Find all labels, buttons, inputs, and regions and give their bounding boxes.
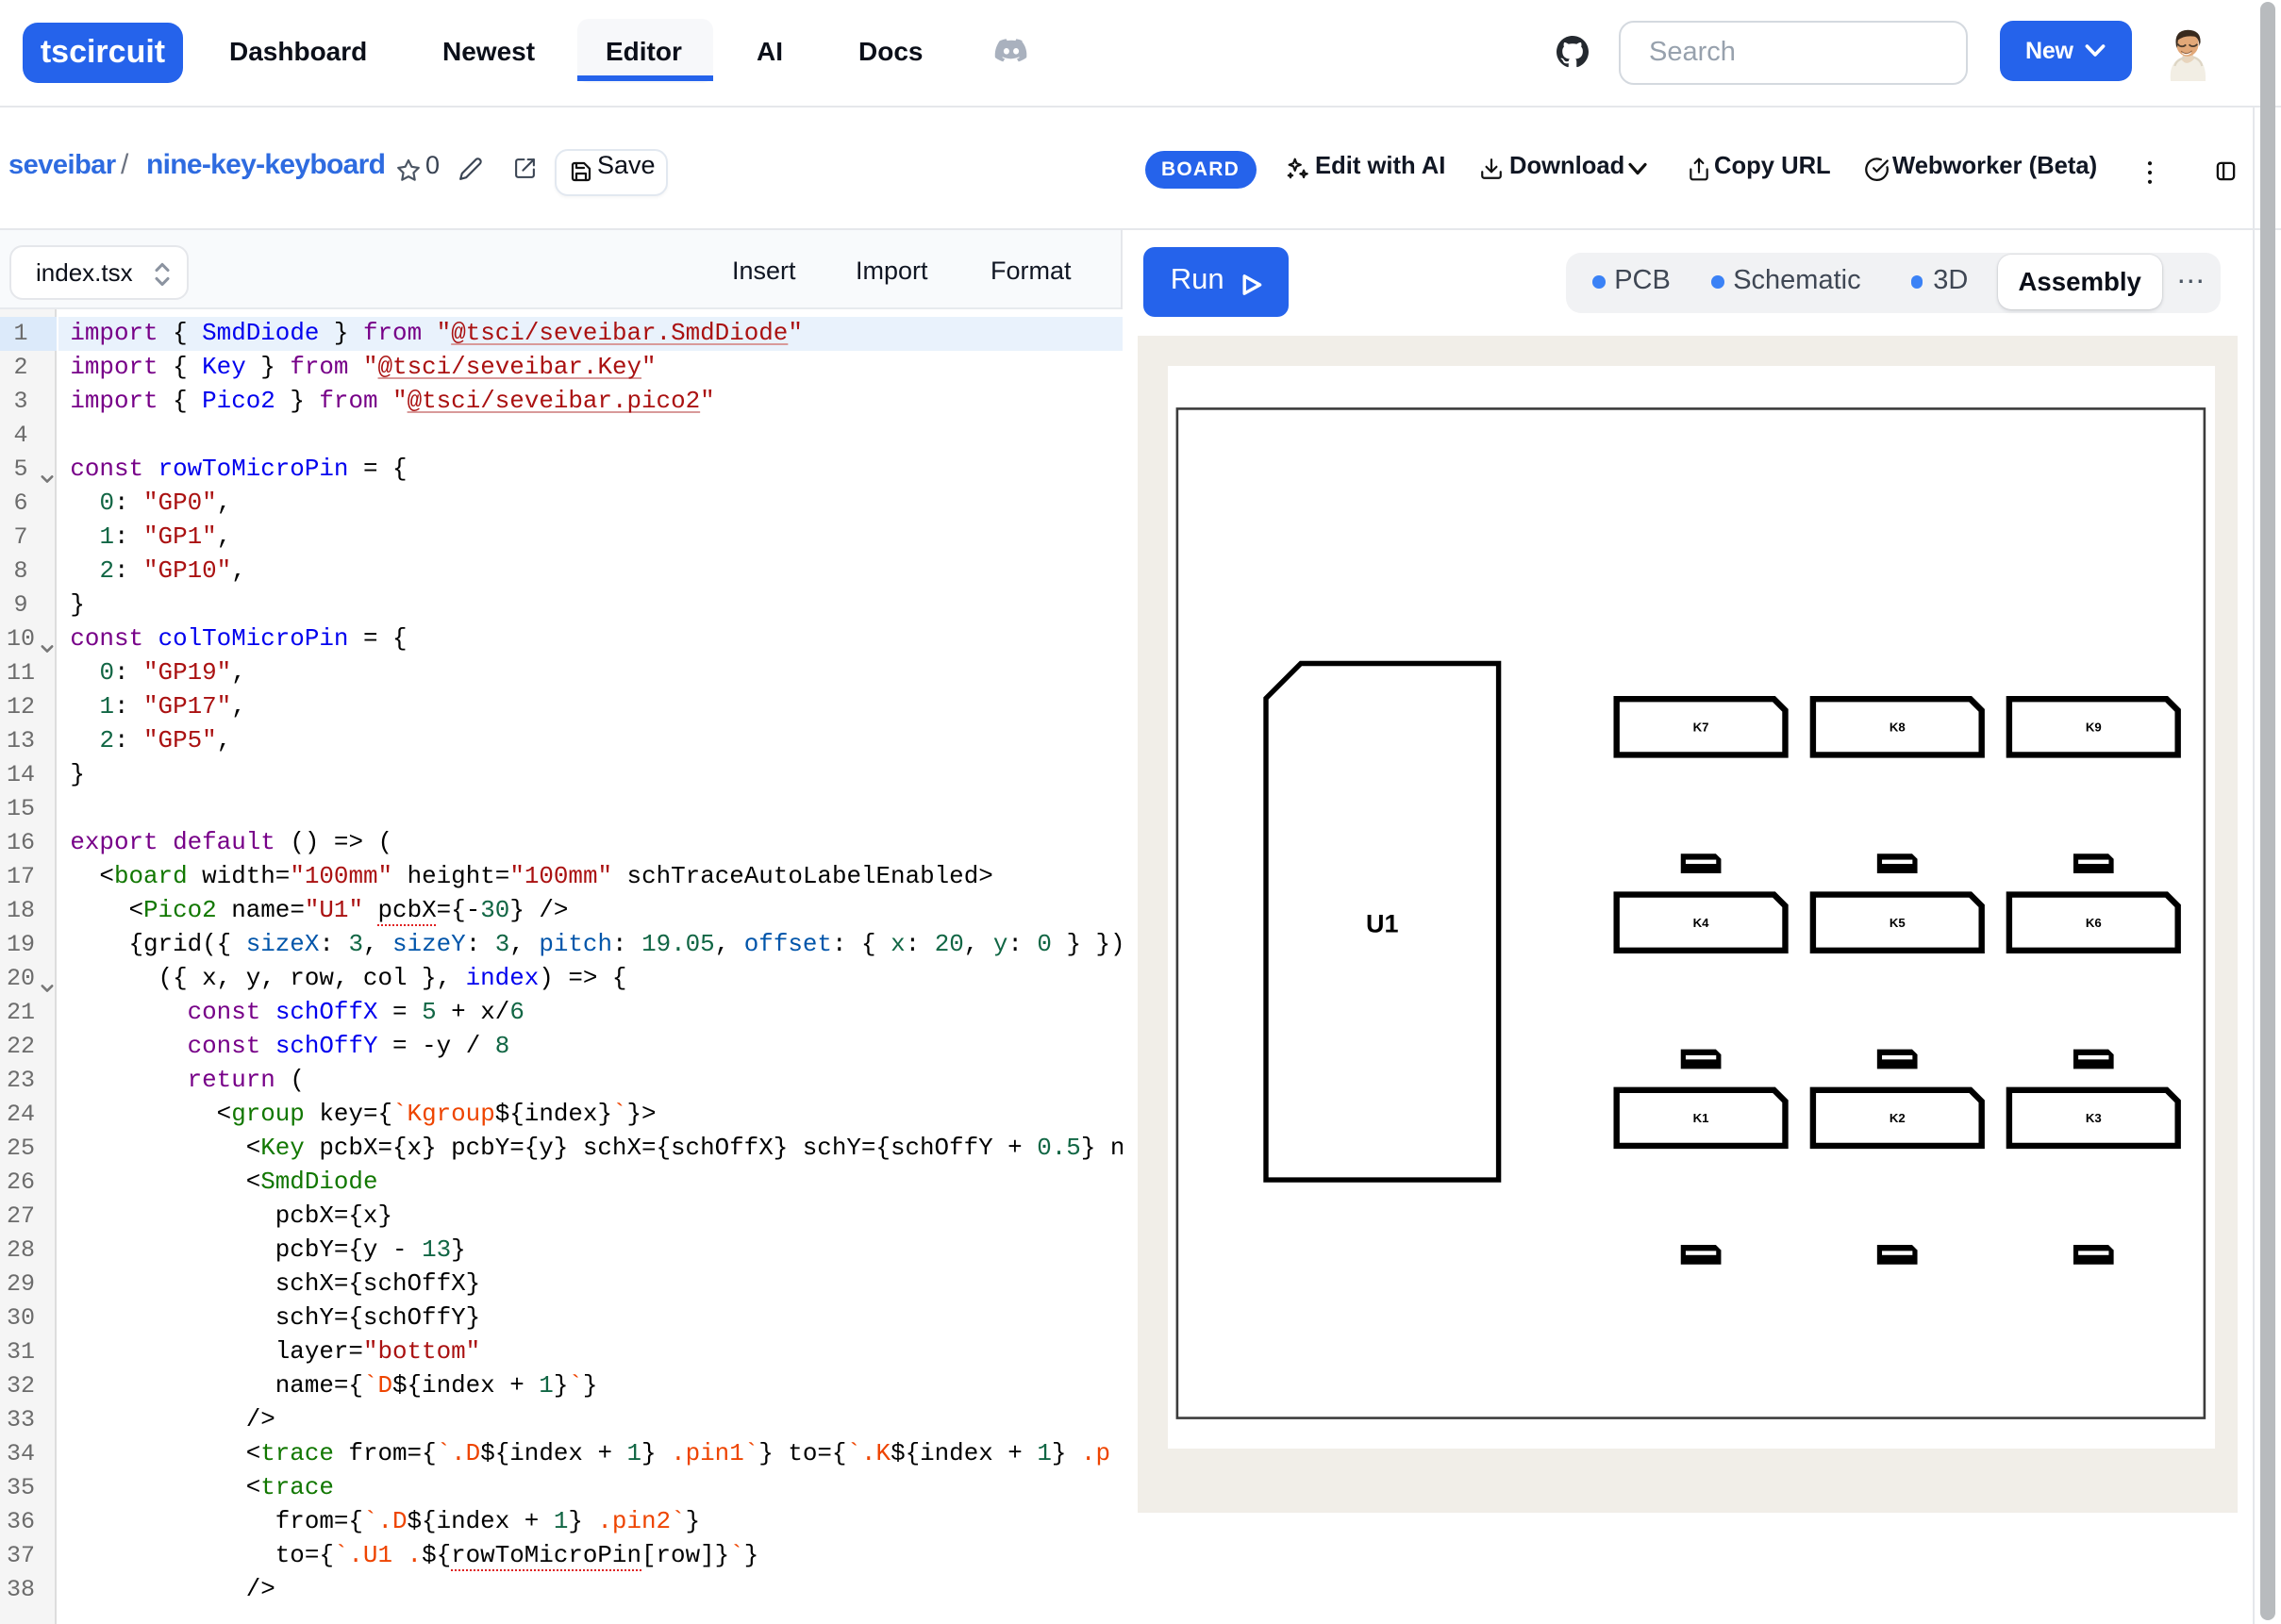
svg-text:K7: K7 (1693, 720, 1709, 734)
svg-text:K5: K5 (1890, 915, 1906, 929)
svg-text:K1: K1 (1693, 1110, 1709, 1124)
svg-text:K8: K8 (1890, 720, 1906, 734)
svg-text:K2: K2 (1890, 1110, 1906, 1124)
svg-text:K9: K9 (2087, 720, 2103, 734)
svg-text:K6: K6 (2087, 915, 2103, 929)
svg-text:U1: U1 (1367, 909, 1400, 937)
svg-text:K3: K3 (2087, 1110, 2103, 1124)
svg-text:K4: K4 (1693, 915, 1710, 929)
